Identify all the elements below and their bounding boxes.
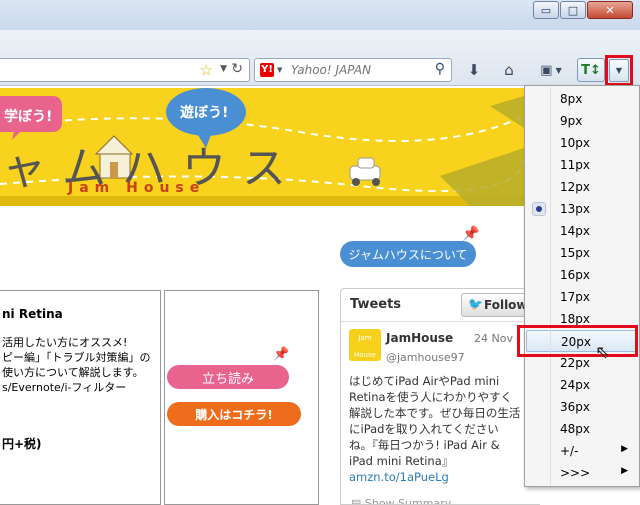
book-description: 活用したい方にオススメ! ピー編」「トラブル対策編」の 使い方について解説します… xyxy=(2,335,151,395)
menu-gutter-divider xyxy=(550,87,551,485)
menu-item-48px[interactable]: 48px xyxy=(526,418,638,440)
reload-icon[interactable]: ↻ xyxy=(231,61,243,77)
menu-item-[interactable]: +/- ▶ xyxy=(526,440,638,462)
url-bar[interactable]: ☆ ▼ ↻ xyxy=(0,58,250,82)
menu-item-label: 36px xyxy=(560,400,590,414)
menu-item-label: 24px xyxy=(560,378,590,392)
desc-line: s/Evernote/i-フィルター xyxy=(2,381,127,394)
download-icon: ⬇ xyxy=(467,61,481,79)
search-icon[interactable]: ⚲ xyxy=(435,61,445,77)
menu-item-label: 17px xyxy=(560,290,590,304)
about-button[interactable]: ジャムハウスについて xyxy=(340,241,476,267)
book-price: 円+税) xyxy=(2,437,42,451)
maximize-button[interactable]: □ xyxy=(560,1,586,19)
menu-item-label: 13px xyxy=(560,202,590,216)
menu-item-14px[interactable]: 14px xyxy=(526,220,638,242)
menu-item-label: 15px xyxy=(560,246,590,260)
font-size-icon: T↕ xyxy=(581,62,601,78)
submenu-arrow-icon: ▶ xyxy=(621,466,628,476)
menu-item-label: 16px xyxy=(560,268,590,282)
font-size-dropdown-button[interactable]: ▼ xyxy=(609,59,629,82)
site-banner: 学ぼう! 遊ぼう! ャムハウス Jam House xyxy=(0,88,524,206)
bubble-text-left: 学ぼう! xyxy=(4,109,53,125)
selected-item-highlight xyxy=(517,325,638,357)
show-summary-label: Show Summary xyxy=(364,497,452,505)
home-button[interactable]: ⌂ xyxy=(496,58,522,82)
search-input[interactable] xyxy=(255,59,451,81)
tweets-widget: Tweets 🐦 Follow Jam House JamHouse 24 No… xyxy=(340,288,540,505)
tweet-user[interactable]: JamHouse xyxy=(386,331,453,345)
book-title: ni Retina xyxy=(2,307,63,321)
follow-label: Follow xyxy=(484,298,528,312)
minimize-icon: ▭ xyxy=(540,3,552,17)
bookmarks-menu-button[interactable]: ▣ ▼ xyxy=(534,58,568,82)
title-bar: ▭ □ ✕ xyxy=(0,0,640,30)
menu-item-12px[interactable]: 12px xyxy=(526,176,638,198)
menu-item-8px[interactable]: 8px xyxy=(526,88,638,110)
tweet-body: はじめてiPad AirやPad mini Retinaを使う人にわかりやすく解… xyxy=(349,373,521,485)
buy-button[interactable]: 購入はコチラ! xyxy=(167,402,301,426)
menu-item-10px[interactable]: 10px xyxy=(526,132,638,154)
menu-item-36px[interactable]: 36px xyxy=(526,396,638,418)
close-button[interactable]: ✕ xyxy=(587,1,633,19)
menu-item-[interactable]: >>> ▶ xyxy=(526,462,638,484)
avatar[interactable]: Jam House xyxy=(349,329,381,361)
menu-item-label: 10px xyxy=(560,136,590,150)
tweet-date[interactable]: 24 Nov xyxy=(474,332,513,345)
close-icon: ✕ xyxy=(605,3,615,17)
book-action-panel: 📌 立ち読み 購入はコチラ! xyxy=(164,290,319,505)
twitter-bird-icon: 🐦 xyxy=(468,297,483,311)
mouse-cursor-icon: ⇖ xyxy=(595,342,611,363)
font-size-menu: 8px 9px 10px 11px 12px 13px 14px 15px 16px 17px 18… xyxy=(524,85,640,487)
download-button[interactable]: ⬇ xyxy=(462,58,486,82)
menu-item-16px[interactable]: 16px xyxy=(526,264,638,286)
tachiyomi-button[interactable]: 立ち読み xyxy=(167,365,289,389)
tweet-handle[interactable]: @jamhouse97 xyxy=(386,351,465,364)
menu-item-15px[interactable]: 15px xyxy=(526,242,638,264)
menu-item-label: 11px xyxy=(560,158,590,172)
chevron-down-icon: ▼ xyxy=(555,65,562,75)
menu-item-label: 18px xyxy=(560,312,590,326)
bubble-text-right: 遊ぼう! xyxy=(180,105,229,121)
show-summary[interactable]: ▤ Show Summary xyxy=(351,497,452,505)
radio-selected-icon xyxy=(532,202,546,216)
desc-line: 活用したい方にオススメ! xyxy=(2,336,128,349)
bookmark-star-icon[interactable]: ☆ xyxy=(200,61,213,79)
avatar-line: House xyxy=(354,351,376,359)
desc-line: 使い方について解説します。 xyxy=(2,366,144,379)
menu-item-13px[interactable]: 13px xyxy=(526,198,638,220)
home-icon: ⌂ xyxy=(504,61,514,79)
minimize-button[interactable]: ▭ xyxy=(533,1,559,19)
menu-item-24px[interactable]: 24px xyxy=(526,374,638,396)
dropdown-arrow-icon[interactable]: ▼ xyxy=(220,64,227,74)
menu-item-17px[interactable]: 17px xyxy=(526,286,638,308)
menu-item-label: 8px xyxy=(560,92,583,106)
desc-line: ピー編」「トラブル対策編」の xyxy=(2,351,151,364)
pin-icon: 📌 xyxy=(462,226,480,242)
menu-item-label: 9px xyxy=(560,114,583,128)
divider xyxy=(341,321,540,322)
menu-item-label: 14px xyxy=(560,224,590,238)
search-bar[interactable]: Y! ▼ ⚲ xyxy=(254,58,452,82)
font-size-button[interactable]: T↕ xyxy=(577,58,605,82)
menu-item-11px[interactable]: 11px xyxy=(526,154,638,176)
submenu-arrow-icon: ▶ xyxy=(621,444,628,454)
menu-item-label: 22px xyxy=(560,356,590,370)
book-info-panel: ni Retina 活用したい方にオススメ! ピー編」「トラブル対策編」の 使い… xyxy=(0,290,161,505)
menu-item-label: 48px xyxy=(560,422,590,436)
menu-item-9px[interactable]: 9px xyxy=(526,110,638,132)
maximize-icon: □ xyxy=(567,3,579,17)
menu-item-label: 12px xyxy=(560,180,590,194)
menu-item-label: +/- xyxy=(560,444,579,458)
tweet-text: はじめてiPad AirやPad mini Retinaを使う人にわかりやすく解… xyxy=(349,374,521,468)
tweet-link[interactable]: amzn.to/1aPueLg xyxy=(349,470,449,484)
avatar-line: Jam xyxy=(358,334,372,342)
chevron-down-icon: ▼ xyxy=(615,66,623,75)
menu-item-label: >>> xyxy=(560,466,591,480)
pin-icon: 📌 xyxy=(273,347,290,362)
logo-text: Jam House xyxy=(68,180,206,196)
bookmarks-icon: ▣ xyxy=(540,62,553,78)
tweets-header: Tweets xyxy=(350,297,402,312)
